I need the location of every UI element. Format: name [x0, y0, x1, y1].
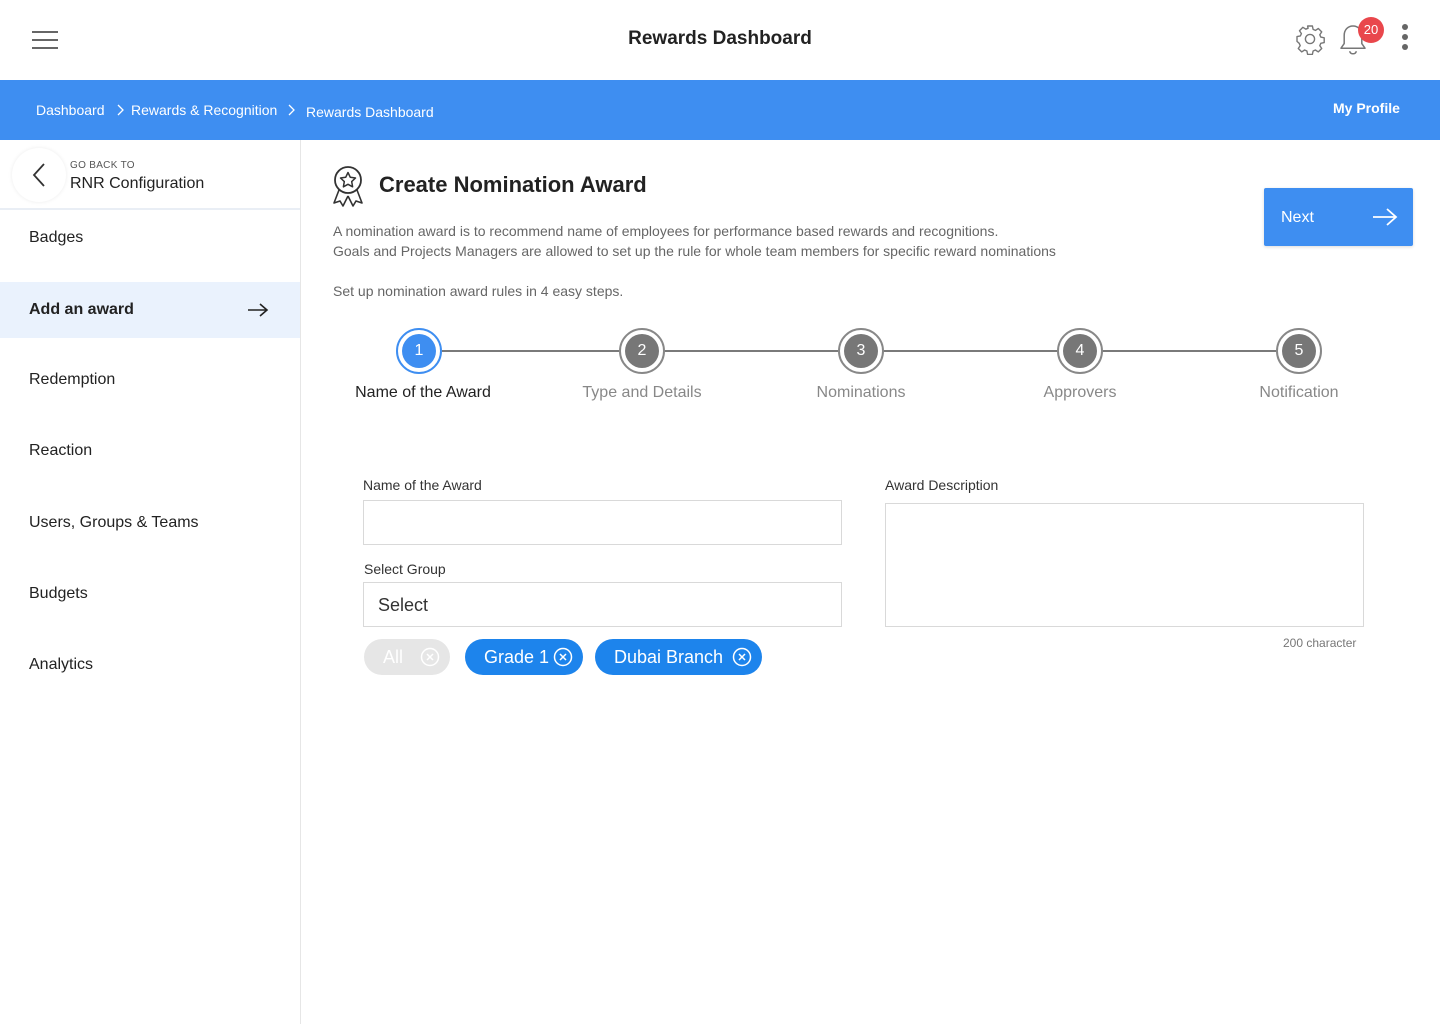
sidebar-item-analytics[interactable]: Analytics: [0, 637, 300, 693]
next-button[interactable]: Next: [1264, 188, 1413, 246]
my-profile-link[interactable]: My Profile: [1333, 100, 1400, 116]
go-back-section: GO BACK TO RNR Configuration: [0, 140, 300, 210]
arrow-right-icon: [248, 303, 269, 317]
sidebar-item-budgets[interactable]: Budgets: [0, 566, 300, 622]
group-chip-all: All: [364, 639, 450, 675]
gear-icon[interactable]: [1294, 23, 1326, 55]
sidebar-item-label: Reaction: [29, 442, 93, 459]
breadcrumb-rewards-recognition[interactable]: Rewards & Recognition: [131, 102, 277, 118]
chip-label: Grade 1: [484, 647, 550, 667]
award-name-label: Name of the Award: [363, 477, 482, 493]
group-chip-grade-1: Grade 1: [465, 639, 583, 675]
step-2[interactable]: 2: [619, 328, 665, 374]
step-number: 5: [1282, 334, 1316, 368]
sidebar-item-add-award[interactable]: Add an award: [0, 282, 300, 338]
arrow-right-icon: [1373, 208, 1398, 226]
group-chip-dubai-branch: Dubai Branch: [595, 639, 762, 675]
award-name-input[interactable]: [363, 500, 842, 545]
top-bar: Rewards Dashboard 20: [0, 0, 1440, 80]
step-3[interactable]: 3: [838, 328, 884, 374]
step-5[interactable]: 5: [1276, 328, 1322, 374]
sidebar-item-label: Add an award: [29, 301, 134, 318]
step-label: Notification: [1259, 384, 1339, 401]
description-line-2: Goals and Projects Managers are allowed …: [333, 243, 1056, 259]
select-group-dropdown[interactable]: Select: [363, 582, 842, 627]
sidebar-item-redemption[interactable]: Redemption: [0, 352, 300, 408]
sidebar-item-users-groups-teams[interactable]: Users, Groups & Teams: [0, 495, 300, 551]
remove-chip-icon[interactable]: [553, 647, 573, 667]
chevron-right-icon: [288, 104, 295, 116]
sidebar-item-label: Analytics: [29, 656, 94, 673]
next-button-label: Next: [1281, 209, 1314, 226]
chip-label: Dubai Branch: [614, 647, 724, 667]
character-limit-hint: 200 character: [1283, 636, 1357, 650]
award-ribbon-icon: [333, 166, 363, 207]
description-line-1: A nomination award is to recommend name …: [333, 223, 999, 239]
step-label: Name of the Award: [355, 384, 491, 401]
award-description-textarea[interactable]: [885, 503, 1364, 627]
stepper-connector: [664, 350, 838, 352]
back-button[interactable]: [12, 148, 66, 202]
sidebar-item-label: Redemption: [29, 371, 116, 388]
notification-badge: 20: [1358, 17, 1384, 43]
sidebar-item-label: Users, Groups & Teams: [29, 514, 199, 531]
step-label: Nominations: [816, 384, 906, 401]
sidebar-item-label: Budgets: [29, 585, 88, 602]
stepper-connector: [442, 350, 619, 352]
sidebar: GO BACK TO RNR Configuration Badges Add …: [0, 140, 301, 1024]
sidebar-item-badges[interactable]: Badges: [0, 210, 300, 266]
app-title: Rewards Dashboard: [628, 28, 812, 49]
breadcrumb: Dashboard Rewards & Recognition Rewards …: [0, 80, 1440, 140]
step-1[interactable]: 1: [396, 328, 442, 374]
step-4[interactable]: 4: [1057, 328, 1103, 374]
sidebar-item-label: Badges: [29, 229, 84, 246]
main-content: Create Nomination Award A nomination awa…: [302, 140, 1440, 1024]
remove-chip-icon: [420, 647, 440, 667]
chevron-right-icon: [117, 104, 124, 116]
more-options-icon[interactable]: [1400, 24, 1410, 54]
step-number: 4: [1063, 334, 1097, 368]
breadcrumb-rewards-dashboard: Rewards Dashboard: [306, 104, 434, 120]
select-group-value: Select: [378, 595, 429, 615]
step-label: Type and Details: [582, 384, 702, 401]
sidebar-item-reaction[interactable]: Reaction: [0, 423, 300, 479]
step-label: Approvers: [1043, 384, 1117, 401]
breadcrumb-dashboard[interactable]: Dashboard: [36, 102, 105, 118]
remove-chip-icon[interactable]: [732, 647, 752, 667]
go-back-caption: GO BACK TO: [70, 160, 135, 171]
chip-label: All: [383, 647, 404, 667]
stepper-connector: [883, 350, 1057, 352]
page-title: Create Nomination Award: [379, 172, 647, 197]
step-number: 2: [625, 334, 659, 368]
award-description-label: Award Description: [885, 477, 999, 493]
steps-intro: Set up nomination award rules in 4 easy …: [333, 283, 624, 299]
go-back-target[interactable]: RNR Configuration: [70, 175, 204, 193]
select-group-label: Select Group: [364, 561, 446, 577]
stepper-connector: [1102, 350, 1276, 352]
step-number: 1: [402, 334, 436, 368]
chevron-left-icon: [32, 163, 45, 187]
step-number: 3: [844, 334, 878, 368]
